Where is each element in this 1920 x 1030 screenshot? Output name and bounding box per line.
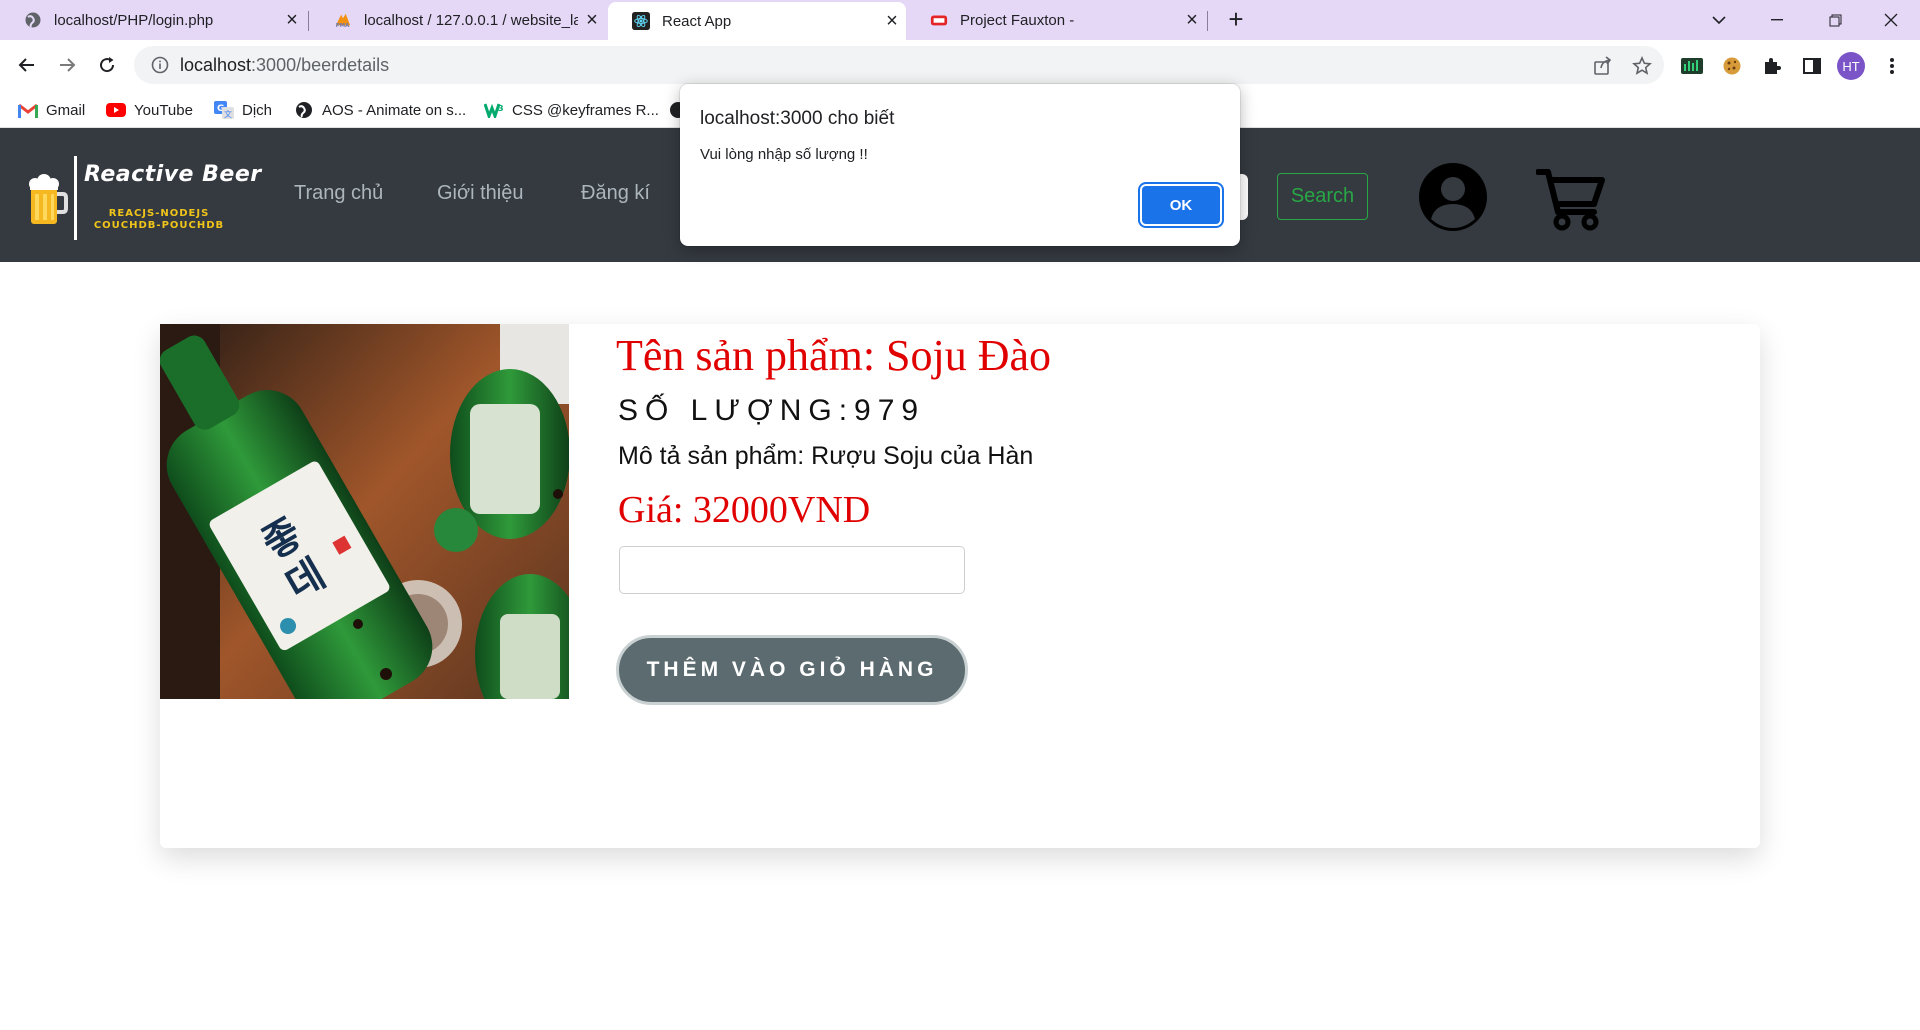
tab-title: React App xyxy=(662,12,732,30)
tab-separator xyxy=(1207,11,1208,31)
product-quantity: SỐ LƯỢNG:979 xyxy=(618,394,926,427)
bookmark-css-keyframes[interactable]: 3 CSS @keyframes R... xyxy=(484,100,659,120)
brand-subtitle-line: REACJS-NODEJS xyxy=(108,208,210,219)
translate-icon: G文 xyxy=(214,101,234,119)
extension-meter-icon[interactable] xyxy=(1680,54,1704,78)
close-icon[interactable]: × xyxy=(278,9,306,32)
brand-subtitle: REACJS-NODEJS COUCHDB-POUCHDB xyxy=(84,208,234,232)
react-icon xyxy=(632,12,650,30)
phpmyadmin-icon: PMA xyxy=(334,11,352,29)
site-info-icon[interactable] xyxy=(140,56,180,74)
tab-react-app[interactable]: React App × xyxy=(608,2,906,40)
bookmark-label: Dịch xyxy=(242,101,273,119)
bookmark-label: Gmail xyxy=(46,101,86,119)
address-bar[interactable]: localhost:3000/beerdetails xyxy=(134,46,1664,84)
product-price: Giá: 32000VND xyxy=(618,489,871,531)
dialog-ok-button[interactable]: OK xyxy=(1142,186,1220,224)
browser-window: localhost/PHP/login.php × PMA localhost … xyxy=(0,0,1920,1030)
profile-initials: HT xyxy=(1842,58,1860,74)
tab-title: Project Fauxton - xyxy=(960,11,1075,29)
cookie-extension-icon[interactable] xyxy=(1720,54,1744,78)
menu-kebab-icon[interactable] xyxy=(1880,54,1904,78)
close-window-icon[interactable] xyxy=(1862,0,1920,40)
tab-title: localhost/PHP/login.php xyxy=(54,11,214,29)
nav-link-about[interactable]: Giới thiệu xyxy=(437,182,523,205)
product-description: Mô tả sản phẩm: Rượu Soju của Hàn xyxy=(618,442,1034,470)
nav-link-home[interactable]: Trang chủ xyxy=(294,182,383,205)
extensions-puzzle-icon[interactable] xyxy=(1760,54,1784,78)
new-tab-button[interactable]: + xyxy=(1222,6,1250,34)
tab-strip: localhost/PHP/login.php × PMA localhost … xyxy=(0,0,1920,40)
bookmark-youtube[interactable]: YouTube xyxy=(106,100,193,120)
brand-logo[interactable]: Reactive Beer REACJS-NODEJS COUCHDB-POUC… xyxy=(28,156,261,240)
url-host: localhost xyxy=(180,54,252,75)
side-panel-icon[interactable] xyxy=(1800,54,1824,78)
url-path: :3000/beerdetails xyxy=(251,54,390,75)
w3schools-icon: 3 xyxy=(484,101,504,119)
shopping-cart-icon[interactable] xyxy=(1536,168,1606,232)
tab-title: localhost / 127.0.0.1 / website_la xyxy=(364,11,578,29)
close-icon[interactable]: × xyxy=(578,9,606,32)
youtube-icon xyxy=(106,101,126,119)
bookmark-aos[interactable]: AOS - Animate on s... xyxy=(294,100,466,120)
globe-icon xyxy=(294,101,314,119)
search-button[interactable]: Search xyxy=(1277,173,1368,220)
svg-text:3: 3 xyxy=(498,104,504,113)
product-name: Tên sản phẩm: Soju Đào xyxy=(616,331,1052,380)
bookmark-label: AOS - Animate on s... xyxy=(322,101,467,119)
bookmark-label: CSS @keyframes R... xyxy=(512,101,659,119)
dialog-message: Vui lòng nhập số lượng !! xyxy=(700,146,868,163)
tab-separator xyxy=(308,11,309,31)
forward-icon[interactable] xyxy=(52,50,82,80)
bookmark-label: YouTube xyxy=(134,101,193,119)
brand-title: Reactive Beer xyxy=(84,162,262,187)
share-icon[interactable] xyxy=(1590,54,1614,78)
reload-icon[interactable] xyxy=(92,50,122,80)
globe-icon xyxy=(24,11,42,29)
url-text: localhost:3000/beerdetails xyxy=(180,55,389,76)
svg-text:文: 文 xyxy=(224,109,232,119)
couch-icon xyxy=(930,11,948,29)
beer-mug-icon xyxy=(29,174,68,224)
user-account-icon[interactable] xyxy=(1418,162,1488,232)
tab-phpmyadmin[interactable]: PMA localhost / 127.0.0.1 / website_la × xyxy=(310,0,606,40)
tab-search-icon[interactable] xyxy=(1690,0,1748,40)
nav-link-register[interactable]: Đăng kí xyxy=(581,182,650,205)
minimize-icon[interactable] xyxy=(1748,0,1806,40)
brand-divider xyxy=(74,156,77,240)
close-icon[interactable]: × xyxy=(1178,9,1206,32)
bookmark-gmail[interactable]: Gmail xyxy=(18,100,85,120)
dialog-title: localhost:3000 cho biết xyxy=(700,108,895,129)
profile-avatar[interactable]: HT xyxy=(1837,52,1865,80)
restore-icon[interactable] xyxy=(1806,0,1864,40)
product-image: 좋 데 xyxy=(160,324,569,699)
back-icon[interactable] xyxy=(12,50,42,80)
bookmark-star-icon[interactable] xyxy=(1630,54,1654,78)
brand-subtitle-line: COUCHDB-POUCHDB xyxy=(93,220,225,231)
tab-login[interactable]: localhost/PHP/login.php × xyxy=(0,0,306,40)
close-icon[interactable]: × xyxy=(878,10,906,33)
svg-text:PMA: PMA xyxy=(336,23,350,29)
tab-fauxton[interactable]: Project Fauxton - × xyxy=(906,0,1206,40)
alert-dialog: localhost:3000 cho biết Vui lòng nhập số… xyxy=(680,84,1240,246)
gmail-icon xyxy=(18,101,38,119)
bookmark-dich[interactable]: G文 Dịch xyxy=(214,100,272,120)
quantity-input[interactable] xyxy=(619,546,965,594)
add-to-cart-button[interactable]: THÊM VÀO GIỎ HÀNG xyxy=(616,635,968,705)
